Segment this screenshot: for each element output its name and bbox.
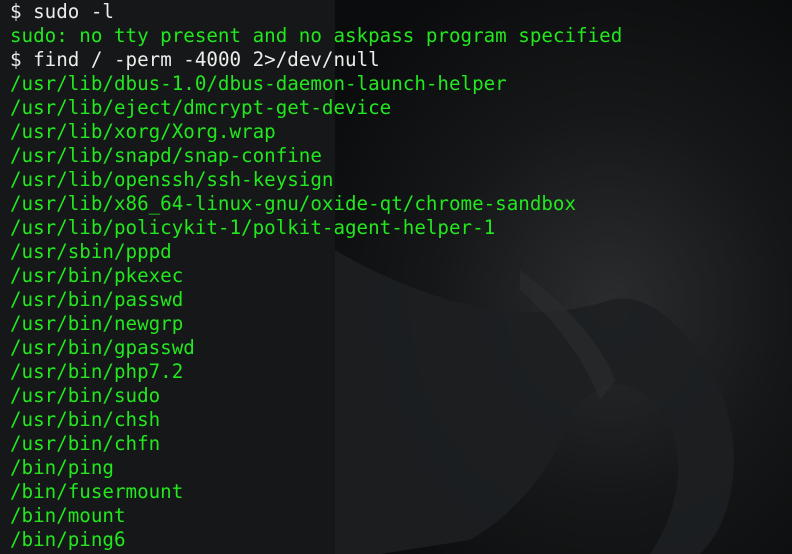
terminal-output[interactable]: $ sudo -l sudo: no tty present and no ask… xyxy=(10,0,792,554)
shell-prompt: $ xyxy=(10,48,22,71)
command-line: $ sudo -l xyxy=(10,0,792,24)
output-line: /bin/mount xyxy=(10,504,126,527)
output-line: /usr/bin/newgrp xyxy=(10,312,184,335)
output-line: /usr/lib/policykit-1/polkit-agent-helper… xyxy=(10,216,496,239)
output-line: /usr/lib/eject/dmcrypt-get-device xyxy=(10,96,392,119)
output-line: /usr/lib/dbus-1.0/dbus-daemon-launch-hel… xyxy=(10,72,507,95)
output-line: /usr/bin/gpasswd xyxy=(10,336,195,359)
output-line: sudo: no tty present and no askpass prog… xyxy=(10,24,623,47)
output-line: /usr/lib/snapd/snap-confine xyxy=(10,144,322,167)
output-line: /bin/ping6 xyxy=(10,528,126,551)
output-line: /usr/sbin/pppd xyxy=(10,240,172,263)
output-line: /usr/bin/passwd xyxy=(10,288,184,311)
output-line: /usr/bin/chsh xyxy=(10,408,161,431)
output-line: /usr/bin/sudo xyxy=(10,384,161,407)
command-line: $ find / -perm -4000 2>/dev/null xyxy=(10,48,792,72)
output-line: /usr/bin/php7.2 xyxy=(10,360,184,383)
command-text: find / -perm -4000 2>/dev/null xyxy=(33,48,380,71)
output-line: /usr/bin/pkexec xyxy=(10,264,184,287)
output-line: /bin/ping xyxy=(10,456,114,479)
output-line: /usr/lib/openssh/ssh-keysign xyxy=(10,168,334,191)
shell-prompt: $ xyxy=(10,0,22,23)
output-line: /usr/bin/chfn xyxy=(10,432,161,455)
output-line: /usr/lib/x86_64-linux-gnu/oxide-qt/chrom… xyxy=(10,192,577,215)
output-line: /bin/fusermount xyxy=(10,480,184,503)
command-text: sudo -l xyxy=(33,0,114,23)
output-line: /usr/lib/xorg/Xorg.wrap xyxy=(10,120,276,143)
